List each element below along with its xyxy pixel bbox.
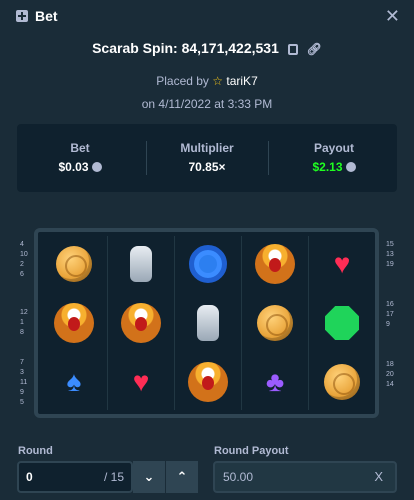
heart-icon: ♥ <box>333 248 351 279</box>
payline-numbers-right-mid: 16 17 9 <box>386 300 394 330</box>
payline-number: 6 <box>20 271 24 278</box>
slot-cell: ♥ <box>308 234 376 294</box>
clear-icon[interactable]: X <box>374 469 383 484</box>
payline-number: 8 <box>20 329 24 336</box>
slot-cell <box>308 293 376 353</box>
payline-number: 12 <box>20 309 28 316</box>
bet-label: Bet <box>70 141 90 155</box>
multiplier-stat: Multiplier 70.85× <box>144 124 270 192</box>
payline-number: 15 <box>386 241 394 248</box>
slot-cell <box>40 293 108 353</box>
ring-icon <box>189 245 227 283</box>
multiplier-value: 70.85× <box>188 160 226 174</box>
link-icon[interactable]: 🔗︎ <box>307 42 322 56</box>
scarab-icon <box>121 303 161 343</box>
round-decrement-button[interactable]: ⌄ <box>133 461 165 493</box>
payline-number: 20 <box>386 371 394 378</box>
payout-stat: Payout $2.13 <box>271 124 397 192</box>
slot-cell <box>40 234 108 294</box>
coin-icon <box>91 162 102 172</box>
slot-cell: ♣ <box>241 352 309 412</box>
round-label: Round <box>18 445 53 457</box>
star-icon: ☆ <box>212 74 224 88</box>
scarab-icon <box>188 362 228 402</box>
payline-numbers-left-top: 4 10 2 6 <box>20 240 28 280</box>
scarab-icon <box>255 244 295 284</box>
payout-label: Payout <box>313 141 354 155</box>
modal-title: Bet <box>35 8 58 24</box>
spin-id-line: Scarab Spin: 84,171,422,531 🔗︎ <box>0 40 414 56</box>
bet-slip-icon <box>16 10 28 22</box>
slot-cell <box>174 352 242 412</box>
chevron-up-icon: ⌃ <box>176 469 188 484</box>
bet-stats-panel: Bet $0.03 Multiplier 70.85× Payout $2.13 <box>17 124 397 192</box>
round-increment-button[interactable]: ⌃ <box>166 461 198 493</box>
payline-number: 10 <box>20 251 28 258</box>
emerald-icon <box>325 306 359 340</box>
slot-grid: ♥ ♠ ♥ ♣ <box>34 228 379 418</box>
round-payout-value: 50.00 <box>223 470 254 484</box>
payline-number: 16 <box>386 301 394 308</box>
payline-number: 2 <box>20 261 24 268</box>
payline-number: 4 <box>20 241 24 248</box>
payline-number: 18 <box>386 361 394 368</box>
slot-cell <box>308 352 376 412</box>
bet-stat: Bet $0.03 <box>17 124 143 192</box>
coin-icon <box>324 364 360 400</box>
heart-icon: ♥ <box>132 366 150 397</box>
payout-value: $2.13 <box>271 160 397 174</box>
spade-icon: ♠ <box>66 366 82 397</box>
slot-cell <box>241 234 309 294</box>
slot-cell: ♠ <box>40 352 108 412</box>
round-input[interactable]: 0 / 15 <box>17 461 133 493</box>
round-payout-label: Round Payout <box>214 445 289 457</box>
round-payout-field: 50.00 X <box>213 461 397 493</box>
close-button[interactable]: ✕ <box>385 6 400 27</box>
slot-cell <box>107 234 175 294</box>
round-value: 0 <box>26 470 33 484</box>
payline-numbers-left-mid: 12 1 8 <box>20 308 28 338</box>
statue-icon <box>197 305 219 341</box>
payline-number: 14 <box>386 381 394 388</box>
payline-numbers-right-bot: 18 20 14 <box>386 360 394 390</box>
statue-icon <box>130 246 152 282</box>
placed-by-label: Placed by <box>156 74 209 88</box>
scarab-icon <box>54 303 94 343</box>
slot-cell <box>174 293 242 353</box>
payline-number: 3 <box>20 369 24 376</box>
payline-number: 19 <box>386 261 394 268</box>
coin-icon <box>345 162 356 172</box>
slot-cell: ♥ <box>107 352 175 412</box>
payline-number: 11 <box>20 379 28 386</box>
payline-number: 17 <box>386 311 394 318</box>
bet-value: $0.03 <box>17 160 143 174</box>
payline-number: 7 <box>20 359 24 366</box>
username[interactable]: tariK7 <box>226 74 257 88</box>
bet-date: on 4/11/2022 at 3:33 PM <box>141 97 273 111</box>
payline-number: 1 <box>20 319 24 326</box>
payline-numbers-right-top: 15 13 19 <box>386 240 394 270</box>
payline-number: 9 <box>20 389 24 396</box>
payline-numbers-left-bot: 7 3 11 9 5 <box>20 358 27 408</box>
chevron-down-icon: ⌄ <box>143 469 155 484</box>
spin-id: Scarab Spin: 84,171,422,531 <box>92 40 279 56</box>
club-icon: ♣ <box>265 366 285 397</box>
copy-icon[interactable] <box>287 43 298 55</box>
coin-icon <box>56 246 92 282</box>
slot-cell <box>241 293 309 353</box>
placed-by: Placed by ☆ tariK7 <box>0 74 414 88</box>
payline-number: 5 <box>20 399 24 406</box>
payline-number: 13 <box>386 251 394 258</box>
round-total: / 15 <box>103 470 124 484</box>
modal-header: Bet ✕ <box>0 0 414 30</box>
slot-cell <box>107 293 175 353</box>
coin-icon <box>257 305 293 341</box>
slot-cell <box>174 234 242 294</box>
multiplier-label: Multiplier <box>180 141 234 155</box>
payline-number: 9 <box>386 321 390 328</box>
